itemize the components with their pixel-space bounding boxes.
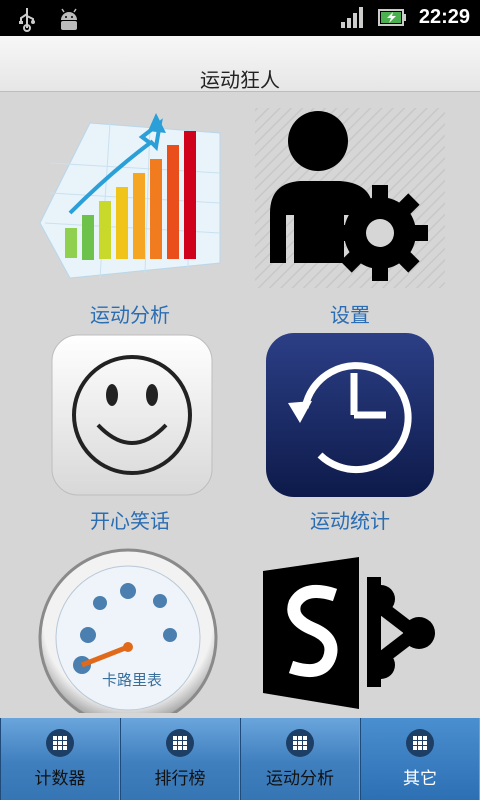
tab-other[interactable]: 其它 — [360, 718, 480, 800]
tile-exercise-analysis[interactable]: 运动分析 — [30, 103, 230, 327]
title-bar: 运动狂人 — [0, 36, 480, 92]
growth-chart-icon — [39, 113, 221, 279]
calorie-gauge-icon: 卡路里表 — [38, 548, 218, 713]
tab-leaderboard[interactable]: 排行榜 — [120, 718, 240, 800]
bottom-tab-bar: 计数器 排行榜 运动分析 其它 — [0, 718, 480, 800]
tile-exercise-stats[interactable]: 运动统计 — [250, 333, 450, 533]
signal-icon — [340, 7, 363, 28]
tab-label: 运动分析 — [266, 769, 334, 789]
android-debug-icon — [61, 8, 77, 30]
battery-charging-icon — [377, 9, 406, 26]
grid-icon — [286, 729, 314, 757]
tile-label: 运动统计 — [310, 509, 390, 533]
tab-label: 其它 — [403, 769, 437, 789]
tab-counter[interactable]: 计数器 — [0, 718, 120, 800]
grid-icon — [46, 729, 74, 757]
grid-icon — [166, 729, 194, 757]
sharepoint-logo-icon — [263, 557, 435, 709]
tile-happy-jokes[interactable]: 开心笑话 — [30, 333, 230, 533]
tile-sharepoint[interactable] — [255, 543, 455, 718]
page-title: 运动狂人 — [200, 68, 280, 92]
status-bar: 22:29 — [0, 0, 480, 36]
tab-label: 排行榜 — [154, 769, 206, 789]
feature-grid: 运动分析 设置 开心笑话 运动统计 卡路里表 — [0, 93, 480, 718]
clock: 22:29 — [418, 5, 470, 28]
smiley-face-icon — [51, 334, 213, 496]
usb-icon — [19, 8, 35, 32]
tile-settings[interactable]: 设置 — [250, 103, 450, 327]
tile-calorie-meter[interactable]: 卡路里表 — [20, 543, 220, 718]
tab-label: 计数器 — [34, 769, 86, 789]
tile-label: 开心笑话 — [90, 509, 170, 533]
clock-history-icon — [266, 333, 434, 497]
tile-label: 设置 — [330, 303, 370, 327]
gauge-text: 卡路里表 — [102, 671, 162, 689]
tab-exercise-analysis[interactable]: 运动分析 — [240, 718, 360, 800]
tile-label: 运动分析 — [90, 303, 170, 327]
grid-icon — [406, 729, 434, 757]
user-settings-icon — [255, 108, 445, 288]
